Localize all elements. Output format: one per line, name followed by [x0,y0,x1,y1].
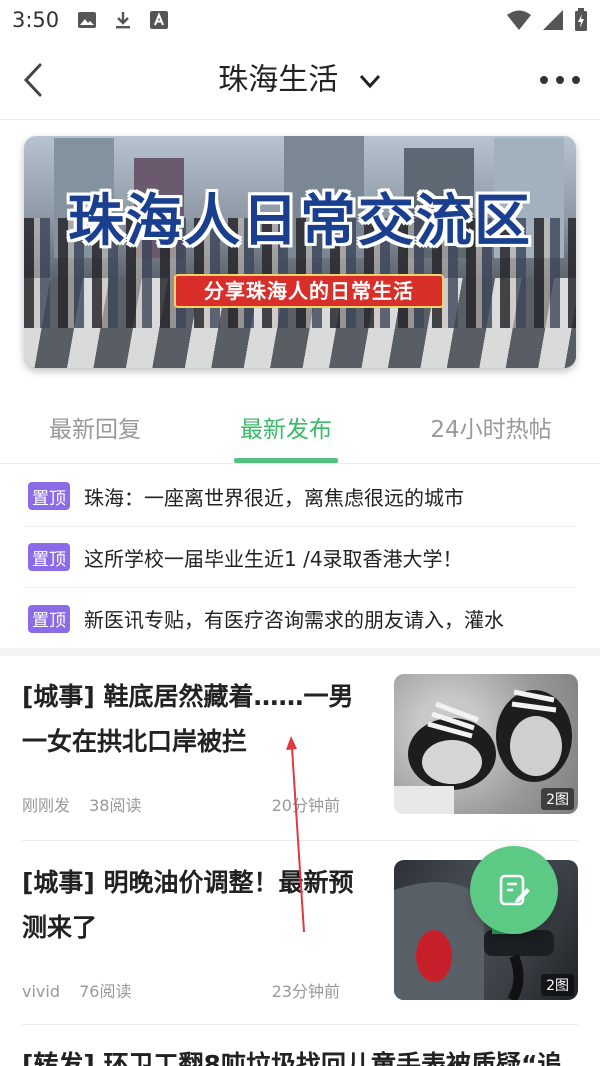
download-icon [113,10,133,30]
status-time: 3:50 [12,8,60,32]
post-author: vivid [22,982,60,1001]
header: 珠海生活 [0,40,600,120]
status-bar: 3:50 [0,0,600,40]
tab-latest-post[interactable]: 最新发布 [222,410,350,450]
feed-divider [22,840,578,841]
post-reads: 76阅读 [79,982,132,1001]
pinned-title: 珠海：一座离世界很近，离焦虑很远的城市 [84,485,464,510]
image-count-badge: 2图 [541,974,574,996]
feed-item[interactable]: [转发] 环卫工翻8吨垃圾找回儿童手表被质疑“追 [22,1042,578,1066]
font-a-icon [149,10,169,30]
tab-24h-hot[interactable]: 24小时热帖 [418,410,564,450]
pinned-badge: 置顶 [28,543,70,571]
post-time: 20分钟前 [271,796,340,815]
wifi-icon [506,9,532,35]
tab-bar: 最新回复 最新发布 24小时热帖 [0,396,600,464]
banner-title: 珠海人日常交流区 [68,188,532,254]
post-meta: 刚刚发 38阅读 20分钟前 [22,792,340,816]
post-time: 23分钟前 [271,982,340,1001]
banner-subtitle: 分享珠海人的日常生活 [174,274,444,308]
pinned-badge: 置顶 [28,604,70,633]
feed-divider [22,1024,578,1025]
dot-icon [572,76,580,84]
image-count-badge: 2图 [541,788,574,810]
post-reads: 38阅读 [89,796,142,815]
post-title: [转发] 环卫工翻8吨垃圾找回儿童手表被质疑“追 [22,1050,563,1066]
pinned-item[interactable]: 置顶 珠海：一座离世界很近，离焦虑很远的城市 [24,466,576,527]
post-author: 刚刚发 [22,796,71,815]
post-title: [城事] 鞋底居然藏着……一男一女在拱北口岸被拦 [22,682,354,756]
pinned-title: 这所学校一届毕业生近1 /4录取香港大学！ [84,546,463,571]
pinned-list: 置顶 珠海：一座离世界很近，离焦虑很远的城市 置顶 这所学校一届毕业生近1 /4… [24,466,576,649]
compose-post-button[interactable] [470,846,558,934]
forum-banner[interactable]: 珠海人日常交流区 分享珠海人的日常生活 [24,136,576,368]
dot-icon [556,76,564,84]
section-divider [0,648,600,656]
page-title: 珠海生活 [218,62,339,98]
battery-icon [574,8,588,36]
edit-icon [499,874,530,906]
feed-item[interactable]: [城事] 鞋底居然藏着……一男一女在拱北口岸被拦 刚刚发 38阅读 20分钟前 … [22,674,578,858]
pinned-item[interactable]: 置顶 这所学校一届毕业生近1 /4录取香港大学！ [24,527,576,588]
chevron-down-icon [359,74,380,88]
more-options-button[interactable] [540,66,580,94]
signal-icon [542,9,564,35]
post-title: [城事] 明晚油价调整！最新预测来了 [22,868,354,942]
post-meta: vivid 76阅读 23分钟前 [22,978,340,1002]
forum-switcher[interactable]: 珠海生活 [0,60,600,100]
pinned-item[interactable]: 置顶 新医讯专贴，有医疗咨询需求的朋友请入，灌水 [24,588,576,649]
gallery-icon [77,10,97,30]
active-tab-indicator [234,458,338,463]
dot-icon [540,76,548,84]
tab-latest-reply[interactable]: 最新回复 [30,410,160,450]
pinned-badge: 置顶 [28,482,70,510]
pinned-title: 新医讯专贴，有医疗咨询需求的朋友请入，灌水 [84,608,504,632]
post-thumbnail[interactable]: 2图 [394,674,578,814]
